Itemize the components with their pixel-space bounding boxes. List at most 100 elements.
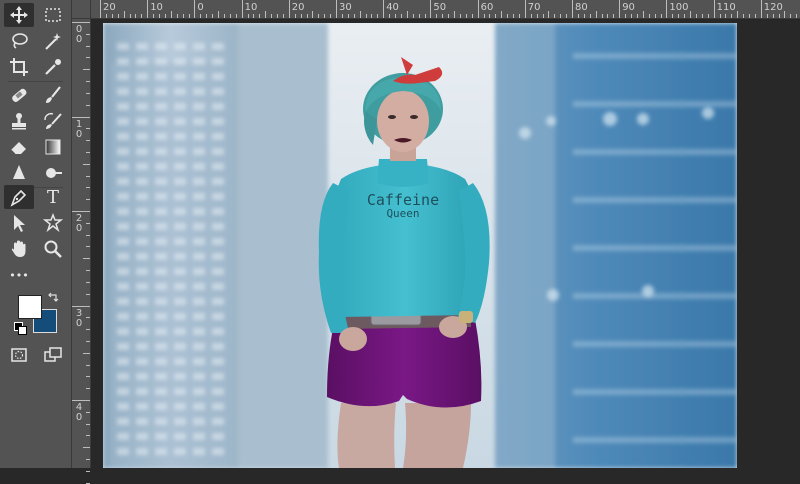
vertical-ruler[interactable]: 00 10 20 30 40 [72, 18, 91, 484]
ruler-minor-tick [436, 14, 438, 18]
brush-icon [46, 86, 61, 103]
marquee-tool[interactable] [38, 3, 68, 27]
bandage-icon [12, 88, 27, 102]
ruler-label: 20 [291, 2, 305, 13]
ruler-minor-tick [577, 14, 579, 18]
ruler-minor-tick [601, 14, 603, 18]
ruler-minor-tick [695, 14, 697, 18]
ruler-label: 0 [197, 2, 204, 13]
ruler-minor-tick [83, 447, 90, 449]
edit-toolbar[interactable]: ••• [4, 263, 34, 287]
ruler-major-tick [72, 22, 90, 23]
default-colors-icon[interactable] [14, 322, 27, 335]
lasso-icon [12, 33, 28, 49]
ruler-minor-tick [548, 11, 550, 18]
ruler-major-tick [72, 400, 90, 401]
ruler-minor-tick [554, 14, 556, 18]
brush-tool[interactable] [38, 83, 68, 107]
ruler-minor-tick [170, 11, 172, 18]
eraser-tool[interactable] [4, 135, 34, 159]
ruler-minor-tick [294, 14, 296, 18]
gradient-icon [45, 139, 61, 155]
ruler-label: 10 [75, 118, 83, 140]
ruler-minor-tick [483, 14, 485, 18]
ruler-minor-tick [489, 14, 491, 18]
ruler-minor-tick [259, 14, 261, 18]
ruler-minor-tick [701, 14, 703, 18]
ruler-origin[interactable] [72, 0, 91, 19]
ruler-label: 50 [433, 2, 447, 13]
ruler-minor-tick [642, 11, 644, 18]
ruler-minor-tick [141, 14, 143, 18]
blur-tool[interactable] [4, 161, 34, 185]
ruler-minor-tick [725, 14, 727, 18]
ruler-minor-tick [731, 14, 733, 18]
ruler-minor-tick [86, 234, 90, 236]
healing-brush-tool[interactable] [4, 83, 34, 107]
horizontal-ruler[interactable]: 20 10 0 10 20 30 40 50 60 70 80 90 100 110 120 [72, 0, 800, 19]
ruler-label: 70 [527, 2, 541, 13]
ruler-minor-tick [365, 14, 367, 18]
ruler-minor-tick [86, 104, 90, 106]
ruler-minor-tick [660, 14, 662, 18]
quick-mask-button[interactable] [4, 343, 34, 367]
ruler-minor-tick [536, 14, 538, 18]
history-brush-tool[interactable] [38, 109, 68, 133]
document-canvas[interactable]: Caffeine Queen [91, 19, 800, 468]
ruler-minor-tick [454, 11, 455, 18]
pen-tool[interactable] [4, 185, 34, 209]
foreground-color-swatch[interactable] [18, 295, 42, 319]
ruler-minor-tick [86, 57, 90, 59]
ruler-minor-tick [86, 388, 90, 390]
custom-shape-tool[interactable] [38, 211, 68, 235]
ruler-minor-tick [188, 14, 190, 18]
clone-stamp-tool[interactable] [4, 109, 34, 133]
swap-colors-icon[interactable] [47, 291, 59, 303]
eyedropper-tool[interactable] [38, 55, 68, 79]
ruler-minor-tick [277, 14, 278, 18]
ruler-minor-tick [648, 14, 650, 18]
ruler-minor-tick [83, 352, 90, 354]
ruler-minor-tick [566, 14, 568, 18]
lasso-tool[interactable] [4, 29, 34, 53]
dodge-tool[interactable] [38, 161, 68, 185]
magic-wand-tool[interactable] [38, 29, 68, 53]
ruler-minor-tick [86, 222, 90, 224]
hand-tool[interactable] [4, 237, 34, 261]
ruler-minor-tick [306, 14, 308, 18]
ruler-minor-tick [300, 14, 302, 18]
screen-mode-button[interactable] [38, 343, 68, 367]
move-tool[interactable] [4, 3, 34, 27]
ruler-minor-tick [86, 199, 90, 201]
ruler-minor-tick [123, 11, 125, 18]
ruler-minor-tick [371, 14, 373, 18]
ruler-minor-tick [153, 14, 155, 18]
ruler-minor-tick [86, 329, 90, 331]
ruler-minor-tick [86, 270, 90, 272]
ruler-minor-tick [353, 14, 355, 18]
ruler-minor-tick [347, 14, 349, 18]
gradient-tool[interactable] [38, 135, 68, 159]
ruler-minor-tick [607, 14, 609, 18]
ruler-minor-tick [631, 14, 632, 18]
ruler-minor-tick [247, 14, 249, 18]
ruler-minor-tick [86, 459, 90, 461]
ruler-minor-tick [86, 435, 90, 437]
ruler-minor-tick [448, 14, 450, 18]
ruler-minor-tick [86, 128, 90, 130]
ruler-minor-tick [377, 14, 379, 18]
ruler-minor-tick [86, 140, 90, 142]
zoom-tool[interactable] [38, 237, 68, 261]
ruler-minor-tick [223, 14, 225, 18]
ruler-minor-tick [418, 14, 420, 18]
crop-tool[interactable] [4, 55, 34, 79]
path-selection-tool[interactable] [4, 211, 34, 235]
ruler-major-tick [241, 0, 243, 18]
ruler-label: 40 [386, 2, 399, 13]
ruler-minor-tick [530, 14, 532, 18]
photo-layer[interactable]: Caffeine Queen [103, 23, 737, 468]
ruler-minor-tick [636, 14, 638, 18]
type-tool[interactable]: T [38, 185, 68, 209]
ruler-minor-tick [324, 14, 326, 18]
ruler-minor-tick [86, 187, 90, 189]
